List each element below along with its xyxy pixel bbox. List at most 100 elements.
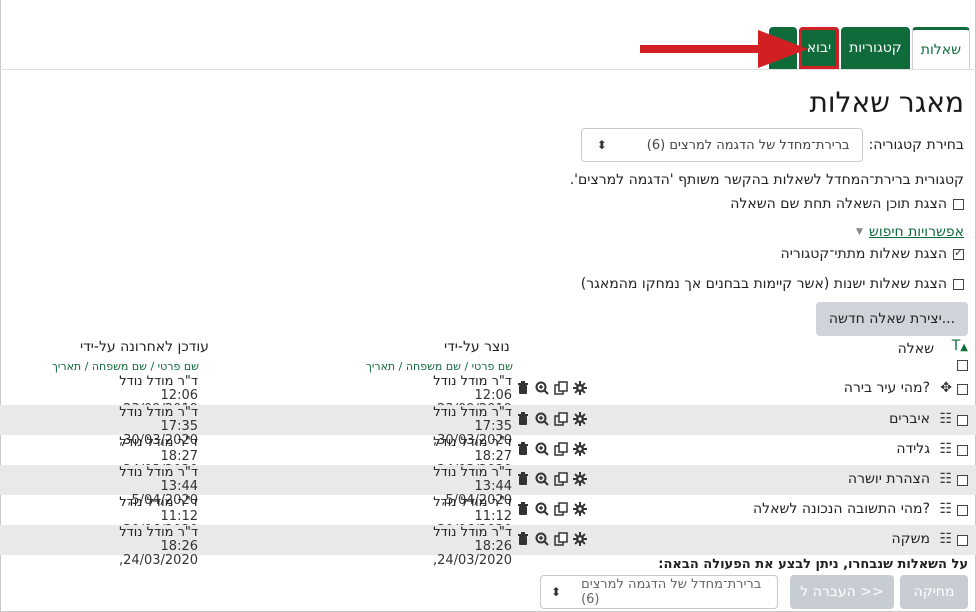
gear-icon[interactable] (573, 472, 587, 486)
category-label: בחירת קטגוריה: (868, 137, 964, 153)
select-all-checkbox[interactable] (957, 360, 968, 371)
delete-icon[interactable] (516, 381, 530, 395)
tab-underline (0, 69, 976, 70)
search-options-toggle[interactable]: אפשרויות חיפוש ▼ (856, 224, 964, 240)
created-by-name: ד"ר מודל נודל (433, 525, 512, 540)
created-by-sort-links[interactable]: שם פרטי / שם משפחה / תאריך (366, 360, 513, 373)
option-show-text: הצגת תוכן השאלה תחת שם השאלה (730, 196, 964, 212)
table-row: ☷ גלידה ד"ר מודל נודל 18:27 ,24/03/2020 … (0, 435, 976, 478)
show-text-label: הצגת תוכן השאלה תחת שם השאלה (730, 196, 947, 212)
modified-by-cell: ד"ר מודל נודל 18:26 ,24/03/2020 (92, 526, 198, 568)
question-name[interactable]: הצהרת יושרה (848, 471, 930, 487)
modified-by-header[interactable]: עודכן לאחרונה על-ידי (80, 339, 209, 355)
row-checkbox[interactable] (957, 384, 968, 395)
row-checkbox[interactable] (957, 505, 968, 516)
modified-by-name: ד"ר מודל נודל (119, 435, 198, 450)
modified-date: 18:26 ,24/03/2020 (118, 539, 198, 568)
delete-button[interactable]: מחיקה (900, 575, 968, 609)
create-question-button[interactable]: יצירת שאלה חדשה... (816, 302, 968, 336)
delete-icon[interactable] (516, 502, 530, 516)
modified-by-name: ד"ר מודל נודל (119, 525, 198, 540)
question-column-header[interactable]: שאלה (898, 341, 934, 357)
gear-icon[interactable] (573, 532, 587, 546)
created-by-name: ד"ר מודל נודל (433, 405, 512, 420)
category-description-text: קטגורית ברירת־המחדל לשאלות בהקשר משותף '… (569, 172, 964, 188)
duplicate-icon[interactable] (554, 412, 568, 426)
preview-icon[interactable] (535, 502, 549, 516)
gear-icon[interactable] (573, 442, 587, 456)
caret-down-icon: ▼ (855, 227, 863, 237)
table-row: ☷ מהי התשובה הנכונה לשאלה? ד"ר מודל נודל… (0, 495, 976, 538)
table-row: ✥ מהי עיר בירה? ד"ר מודל נודל 12:06 ,23/… (0, 374, 976, 417)
row-checkbox[interactable] (957, 535, 968, 546)
category-select[interactable]: ברירת־מחדל של הדגמה למרצים (6) ⬍ (580, 128, 863, 162)
delete-icon[interactable] (516, 412, 530, 426)
search-options-link[interactable]: אפשרויות חיפוש (869, 224, 964, 240)
delete-icon[interactable] (516, 532, 530, 546)
duplicate-icon[interactable] (554, 442, 568, 456)
list-icon: ☷ (939, 471, 952, 487)
row-checkbox[interactable] (957, 415, 968, 426)
list-icon: ☷ (939, 501, 952, 517)
gear-icon[interactable] (573, 412, 587, 426)
subcategories-checkbox[interactable] (953, 246, 964, 260)
gear-icon[interactable] (573, 381, 587, 395)
created-by-name: ד"ר מודל נודל (433, 465, 512, 480)
type-column-header[interactable]: T▲ (952, 338, 968, 354)
modified-by-name: ד"ר מודל נודל (119, 374, 198, 389)
created-by-name: ד"ר מודל נודל (433, 495, 512, 510)
preview-icon[interactable] (535, 472, 549, 486)
created-by-name: ד"ר מודל נודל (433, 435, 512, 450)
bulk-action-label: על השאלות שנבחרו, ניתן לבצע את הפעולה הב… (658, 557, 968, 572)
duplicate-icon[interactable] (554, 381, 568, 395)
list-icon: ☷ (939, 441, 952, 457)
modified-by-name: ד"ר מודל נודל (119, 495, 198, 510)
row-checkbox[interactable] (957, 475, 968, 486)
delete-icon[interactable] (516, 442, 530, 456)
question-name[interactable]: משקה (891, 531, 930, 547)
show-text-checkbox[interactable] (953, 198, 964, 210)
chevron-updown-icon: ⬍ (596, 138, 607, 152)
gear-icon[interactable] (573, 502, 587, 516)
move-target-select[interactable]: ⬍ ברירת־מחדל של הדגמה למרצים (6) (540, 575, 778, 609)
duplicate-icon[interactable] (554, 472, 568, 486)
question-name[interactable]: גלידה (896, 441, 930, 457)
tab-questions[interactable]: שאלות (911, 27, 970, 69)
move-to-button[interactable]: העברה ל >> (790, 575, 894, 609)
list-icon: ☷ (939, 531, 952, 547)
row-checkbox[interactable] (957, 445, 968, 456)
created-by-header[interactable]: נוצר על-ידי (444, 339, 510, 355)
move-icon: ✥ (940, 380, 952, 396)
table-row: ☷ משקה ד"ר מודל נודל 18:26 ,24/03/2020 ד… (0, 525, 976, 568)
preview-icon[interactable] (535, 442, 549, 456)
row-actions (516, 532, 587, 546)
list-icon: ☷ (939, 411, 952, 427)
row-actions (516, 472, 587, 486)
preview-icon[interactable] (535, 532, 549, 546)
option-subcategories: הצגת שאלות מתתי־קטגוריה (781, 246, 964, 262)
question-name[interactable]: מהי התשובה הנכונה לשאלה? (753, 501, 930, 517)
created-by-name: ד"ר מודל נודל (433, 374, 512, 389)
row-actions (516, 502, 587, 516)
sort-up-icon: ▲ (960, 342, 968, 353)
duplicate-icon[interactable] (554, 532, 568, 546)
option-old-questions: הצגת שאלות ישנות (אשר קיימות בבחנים אך נ… (581, 276, 964, 292)
created-date: 18:26 ,24/03/2020 (432, 539, 512, 568)
type-header-label[interactable]: T (952, 338, 961, 354)
page-title: מאגר שאלות (809, 86, 964, 119)
modified-by-name: ד"ר מודל נודל (119, 405, 198, 420)
delete-icon[interactable] (516, 472, 530, 486)
move-target-value: ברירת־מחדל של הדגמה למרצים (6) (581, 577, 762, 607)
preview-icon[interactable] (535, 381, 549, 395)
modified-by-sort-links[interactable]: שם פרטי / שם משפחה / תאריך (52, 360, 199, 373)
tab-categories[interactable]: קטגוריות (841, 27, 910, 69)
subcategories-label: הצגת שאלות מתתי־קטגוריה (780, 246, 947, 262)
preview-icon[interactable] (535, 412, 549, 426)
old-questions-checkbox[interactable] (953, 278, 964, 290)
question-name[interactable]: איברים (889, 411, 930, 427)
row-actions (516, 412, 587, 426)
duplicate-icon[interactable] (554, 502, 568, 516)
question-header-label[interactable]: שאלה (898, 341, 934, 357)
question-name[interactable]: מהי עיר בירה? (844, 380, 930, 396)
row-actions (516, 442, 587, 456)
